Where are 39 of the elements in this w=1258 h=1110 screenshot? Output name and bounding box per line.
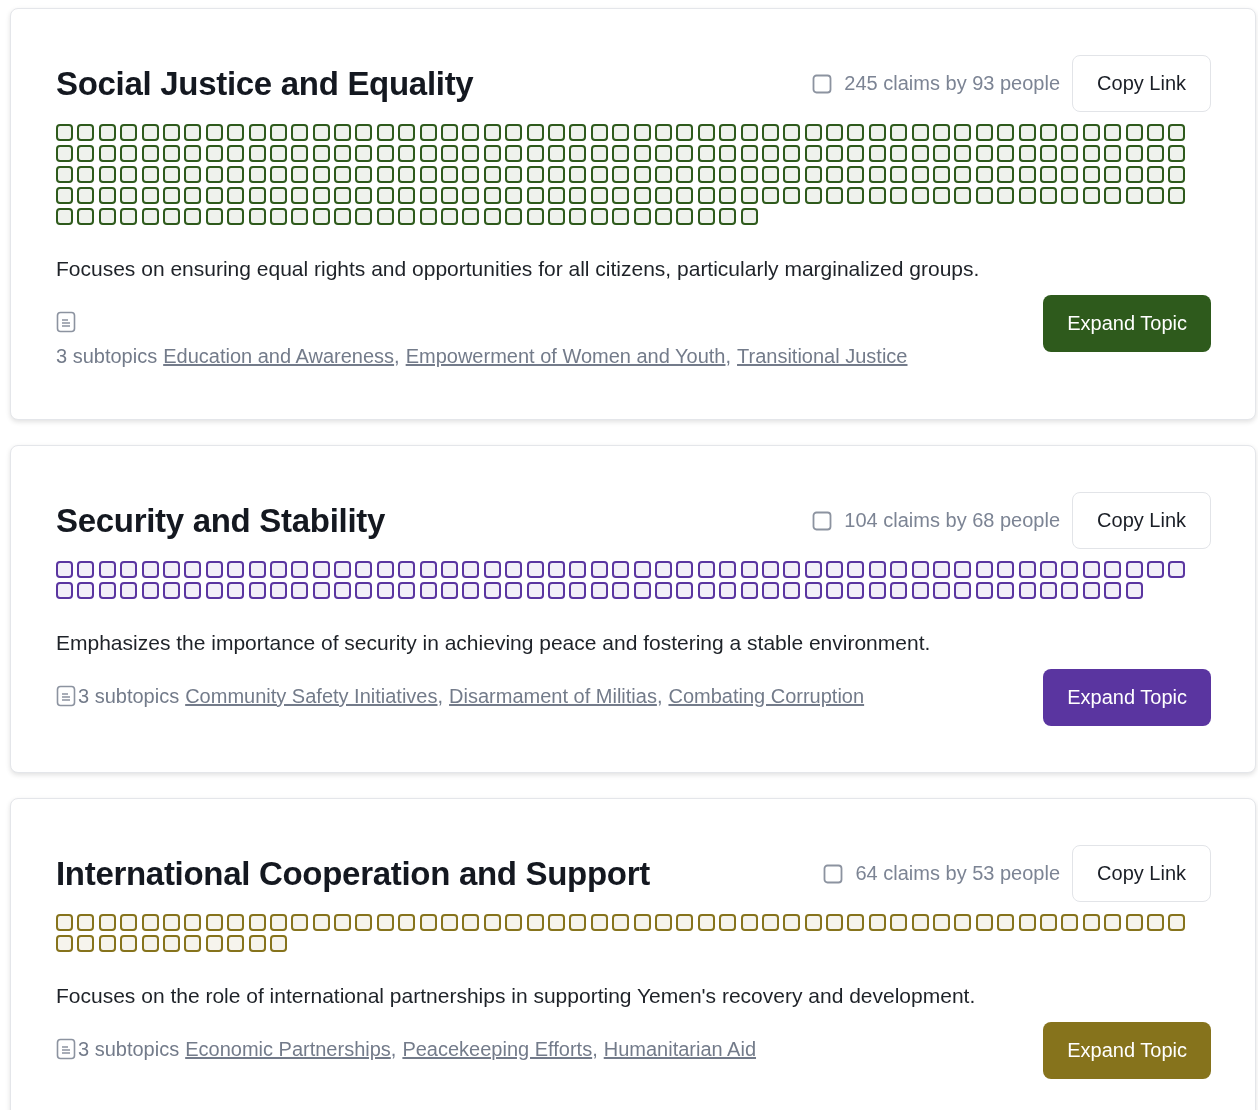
subtopic-link[interactable]: Community Safety Initiatives xyxy=(185,685,438,707)
subtopic-link[interactable]: Combating Corruption xyxy=(668,685,865,707)
topic-description: Emphasizes the importance of security in achieving peace and fostering a stable environment. xyxy=(56,631,932,655)
separator: , xyxy=(656,685,663,707)
subtopic-link[interactable]: Empowerment of Women and Youth xyxy=(405,345,726,367)
document-icon xyxy=(56,1038,76,1060)
document-icon xyxy=(56,685,76,707)
square-icon xyxy=(812,510,833,531)
topic-description: Focuses on ensuring equal rights and opportunities for all citizens, particularly marginalized groups. xyxy=(56,257,981,281)
copy-link-button[interactable]: Copy Link xyxy=(1072,845,1211,902)
subtopic-link[interactable]: Humanitarian Aid xyxy=(603,1038,757,1060)
subtopic-count: 3 subtopics xyxy=(78,1038,180,1060)
subtopic-link[interactable]: Peacekeeping Efforts xyxy=(402,1038,593,1060)
subtopic-link[interactable]: Disarmament of Militias xyxy=(449,685,657,707)
subtopic-link[interactable]: Economic Partnerships xyxy=(185,1038,391,1060)
expand-topic-button[interactable]: Expand Topic xyxy=(1043,1022,1211,1079)
square-icon xyxy=(823,863,844,884)
separator: , xyxy=(390,1038,397,1060)
square-icon xyxy=(812,73,833,94)
subtopic-count: 3 subtopics xyxy=(78,685,180,707)
claims-count: 64 claims by 53 people xyxy=(855,862,1061,885)
copy-link-button[interactable]: Copy Link xyxy=(1072,55,1211,112)
subtopic-link[interactable]: Transitional Justice xyxy=(737,345,908,367)
claims-count: 245 claims by 93 people xyxy=(844,72,1061,95)
claims-count: 104 claims by 68 people xyxy=(844,509,1061,532)
separator: , xyxy=(725,345,732,367)
topic-description: Focuses on the role of international partnerships in supporting Yemen's recovery and development. xyxy=(56,984,977,1008)
subtopic-link[interactable]: Education and Awareness xyxy=(163,345,395,367)
separator: , xyxy=(592,1038,598,1060)
topic-title: Social Justice and Equality xyxy=(56,64,475,103)
copy-link-button[interactable]: Copy Link xyxy=(1072,492,1211,549)
separator: , xyxy=(394,345,400,367)
topic-title: International Cooperation and Support xyxy=(56,854,651,893)
document-icon xyxy=(56,311,76,333)
topic-title: Security and Stability xyxy=(56,501,386,540)
expand-topic-button[interactable]: Expand Topic xyxy=(1043,669,1211,726)
expand-topic-button[interactable]: Expand Topic xyxy=(1043,295,1211,352)
separator: , xyxy=(437,685,444,707)
subtopic-count: 3 subtopics xyxy=(56,345,158,367)
